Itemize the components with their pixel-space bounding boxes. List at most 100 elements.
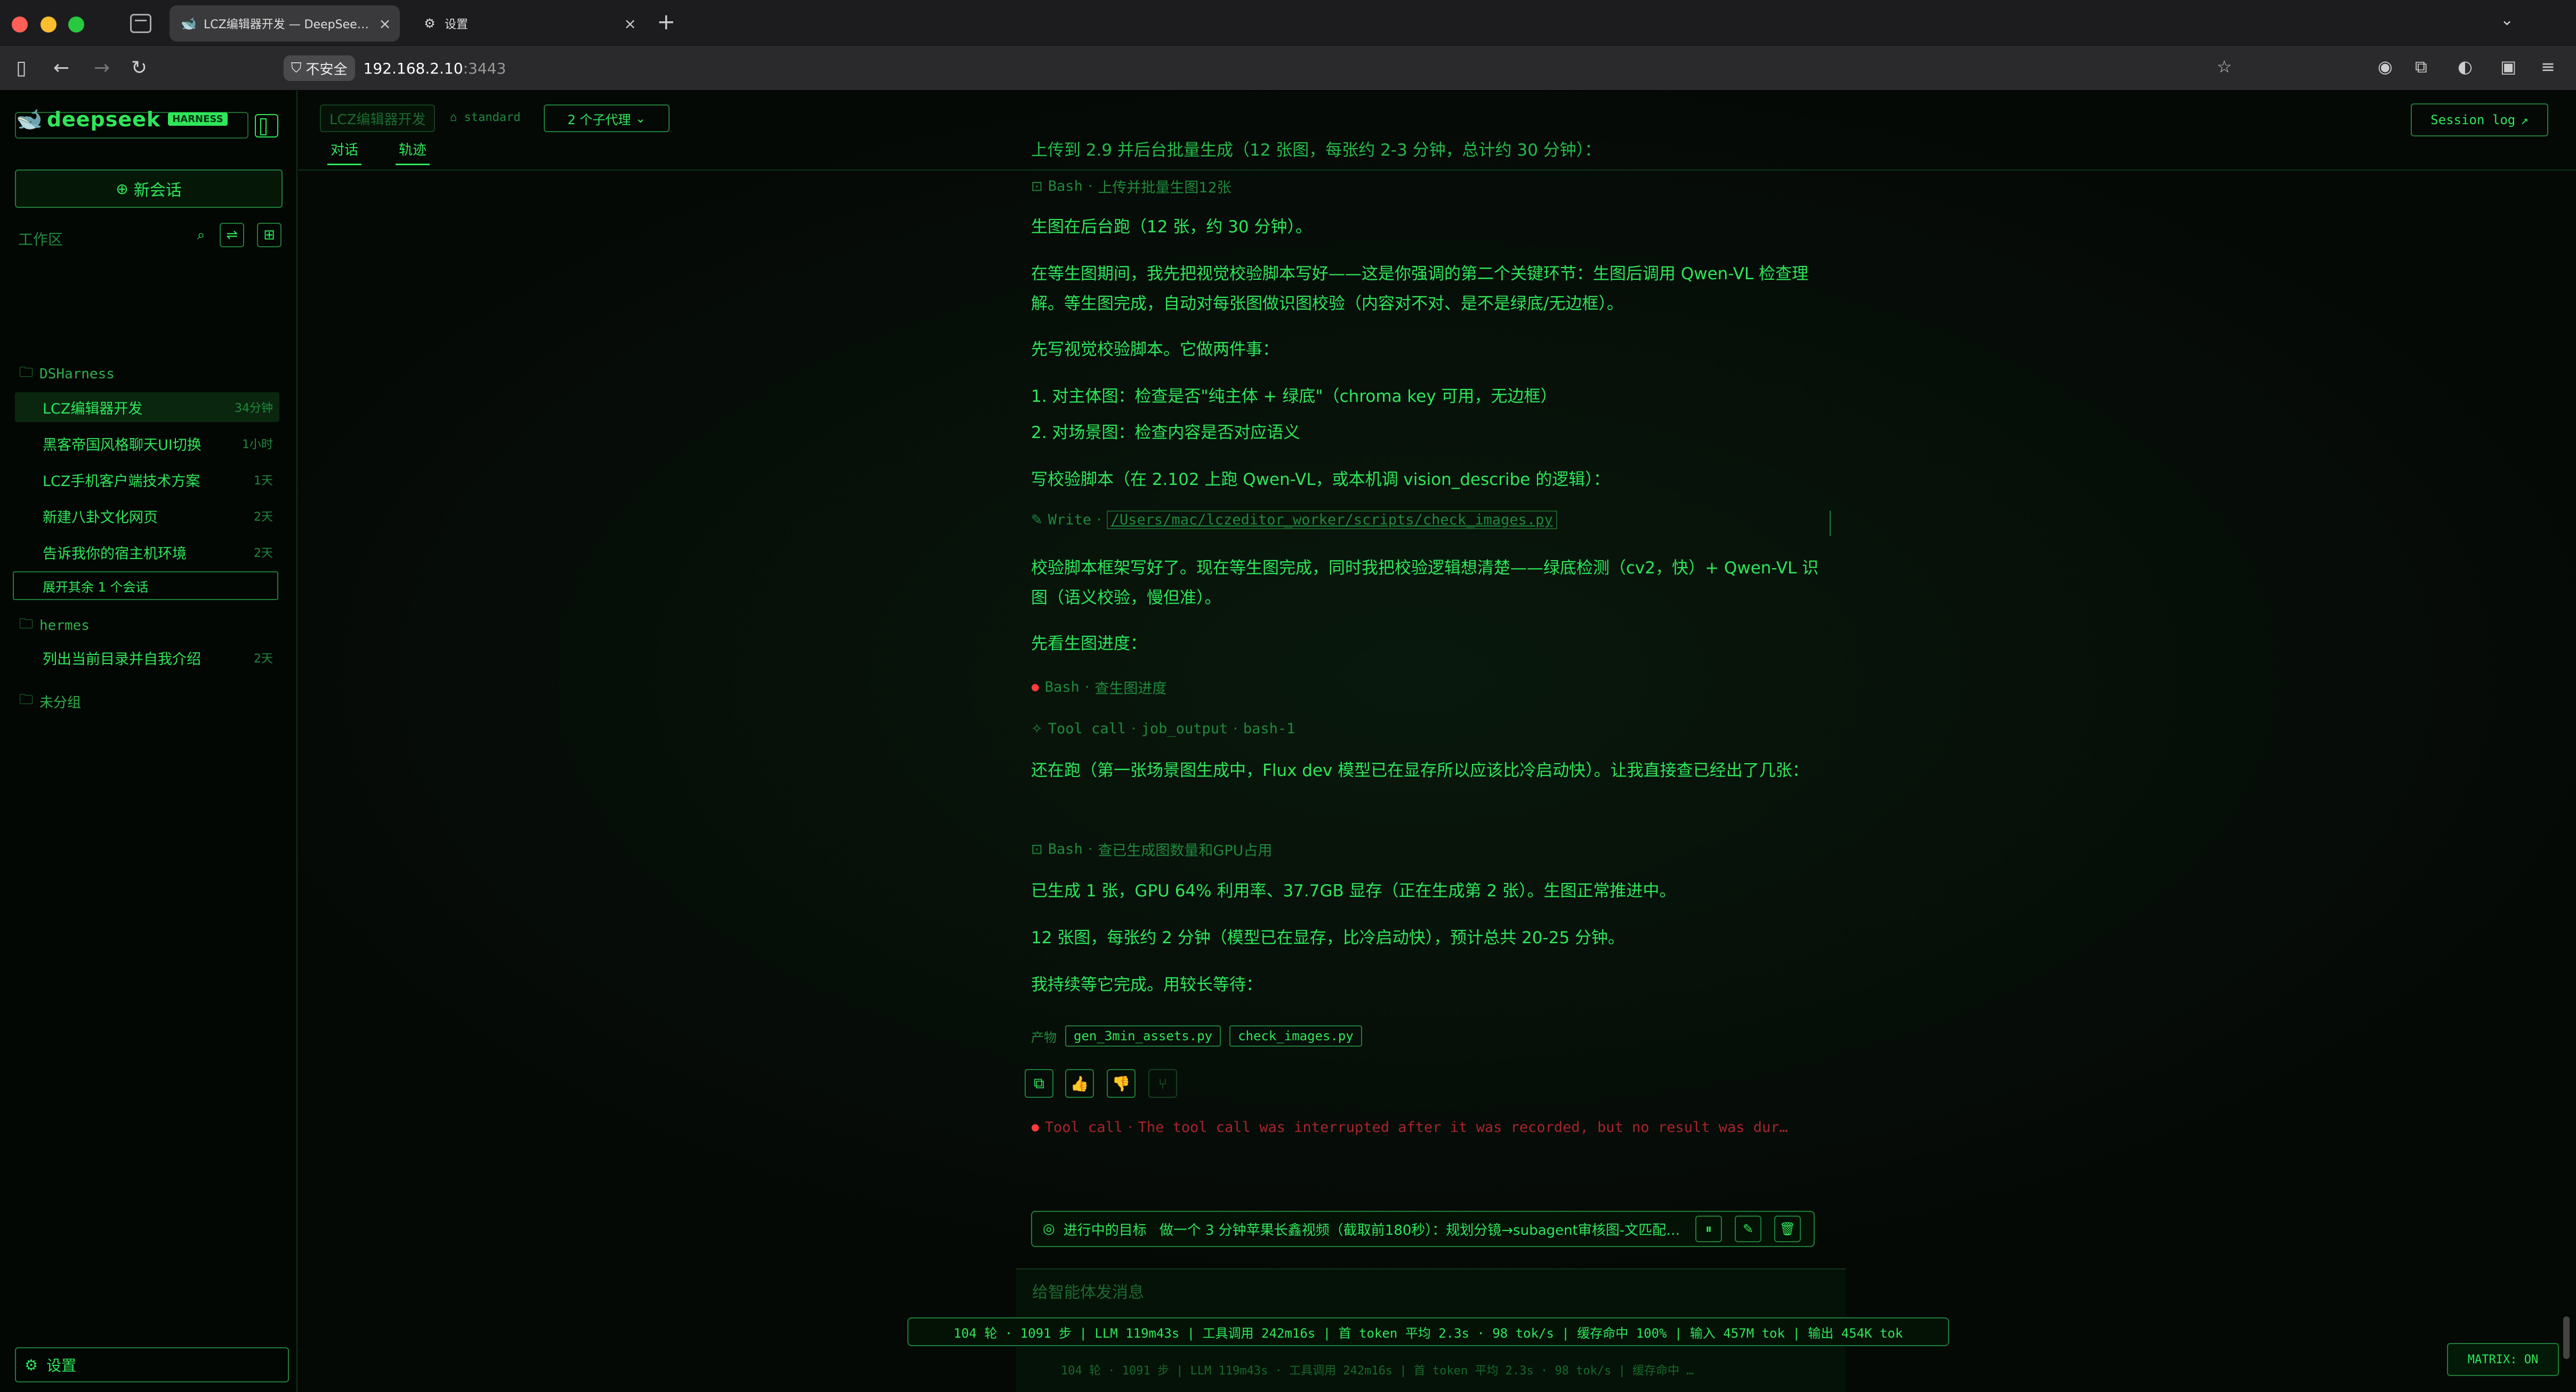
subagent-select[interactable]: 2 个子代理 ⌄ [544, 104, 670, 132]
trash-icon[interactable]: 🗑 [1774, 1216, 1801, 1242]
bookmark-star-icon[interactable]: ☆ [2217, 56, 2232, 77]
artifacts-row: 产物 gen_3min_assets.py check_images.py [1031, 1025, 1362, 1047]
sidebar-toggle-icon[interactable]: ▯ [16, 56, 27, 80]
forward-icon[interactable]: → [94, 56, 110, 80]
status-dot-icon: ● [1031, 1122, 1040, 1133]
new-chat-button[interactable]: ⊕ 新会话 [15, 169, 283, 208]
tool-call-row[interactable]: ● Tool call · The tool call was interrup… [1031, 1119, 1788, 1136]
tab-trace[interactable]: 轨迹 [396, 140, 430, 165]
close-tab-icon[interactable]: × [374, 15, 396, 33]
tool-call-row[interactable]: ⊡ Bash · 上传并批量生图12张 [1031, 176, 1231, 197]
tab-title: 设置 [445, 18, 469, 31]
extensions-icon[interactable]: ⧉ [2415, 56, 2427, 77]
harness-badge: HARNESS [168, 112, 228, 126]
group-hermes[interactable]: 🗀 hermes [19, 614, 90, 637]
expand-more-button[interactable]: 展开其余 1 个会话 [13, 571, 278, 600]
gear-icon: ⚙ [424, 16, 436, 31]
plus-circle-icon: ⊕ [116, 180, 128, 198]
profile-icon[interactable]: ◉ [2378, 56, 2393, 77]
gauge-icon: ⌂ [450, 111, 464, 124]
goal-text: 做一个 3 分钟苹果长鑫视频（截取前180秒）：规划分镜→subagent审核图… [1159, 1222, 1680, 1239]
close-window-button[interactable] [12, 17, 28, 33]
artifact-chip[interactable]: check_images.py [1229, 1025, 1362, 1047]
folder-icon: 🗀 [19, 365, 34, 381]
artifact-chip[interactable]: gen_3min_assets.py [1065, 1025, 1221, 1047]
group-dsharness[interactable]: 🗀 DSHarness [19, 362, 115, 386]
tool-call-row[interactable]: ⊡ Bash · 查已生成图数量和GPU占用 [1031, 839, 1272, 860]
tab-overview-icon[interactable] [130, 14, 151, 33]
tool-call-row[interactable]: ✎ Write · /Users/mac/lczeditor_worker/sc… [1031, 511, 1831, 536]
tab-title: LCZ编辑器开发 — DeepSeek Har [204, 18, 374, 31]
back-icon[interactable]: ← [53, 56, 69, 80]
new-folder-icon[interactable]: ⊞ [257, 223, 281, 247]
stats-ghost: 104 轮 · 1091 步 | LLM 119m43s · 工具调用 242m… [1061, 1364, 1694, 1378]
goal-label: 进行中的目标 [1063, 1222, 1147, 1239]
group-ungrouped[interactable]: 🗀 未分组 [19, 690, 81, 713]
session-item[interactable]: 告诉我你的宿主机环境 2天 [15, 537, 279, 567]
browser-nav-bar: ▯ ← → ↻ ⛉ 不安全 192.168.2.10 :3443 ☆ ◉ ⧉ ◐… [0, 46, 2576, 91]
search-icon[interactable]: ⌕ [189, 223, 213, 247]
composer-placeholder: 给智能体发消息 [1032, 1283, 1144, 1302]
url-host: 192.168.2.10 [363, 59, 463, 77]
zoom-window-button[interactable] [68, 17, 84, 33]
session-item[interactable]: 新建八卦文化网页 2天 [15, 501, 279, 531]
stats-bar: 104 轮 · 1091 步 | LLM 119m43s | 工具调用 242m… [907, 1317, 1949, 1346]
tool-call-row[interactable]: ● Bash · 查生图进度 [1031, 677, 1166, 698]
external-link-icon: ↗ [2521, 112, 2529, 127]
new-tab-icon[interactable]: + [657, 9, 675, 35]
pause-icon[interactable]: ⏸ [1695, 1216, 1722, 1242]
browser-tab-settings[interactable]: ⚙ 设置 × [410, 5, 645, 42]
assistant-message: 校验脚本框架写好了。现在等生图完成，同时我把校验逻辑想清楚——绿底检测（cv2，… [1031, 559, 1819, 608]
address-bar[interactable]: ⛉ 不安全 192.168.2.10 :3443 [284, 53, 2240, 83]
thumbs-down-icon[interactable]: 👎 [1107, 1069, 1136, 1098]
assistant-message: 12 张图，每张约 2 分钟（模型已在显存，比冷启动快），预计总共 20-25 … [1031, 928, 1625, 948]
collapse-sidebar-button[interactable] [255, 114, 278, 137]
assistant-message: 上传到 2.9 并后台批量生成（12 张图，每张约 2-3 分钟，总计约 30 … [1031, 141, 1601, 160]
menu-icon[interactable]: ≡ [2541, 56, 2555, 77]
terminal-icon: ⊡ [1031, 841, 1043, 857]
list-item: 2. 对场景图：检查内容是否对应语义 [1031, 423, 1300, 442]
copy-icon[interactable]: ⧉ [1025, 1069, 1053, 1098]
minimize-window-button[interactable] [41, 17, 57, 33]
reload-icon[interactable]: ↻ [131, 56, 147, 80]
target-icon: ◎ [1043, 1221, 1055, 1237]
close-tab-icon[interactable]: × [619, 15, 641, 33]
project-name[interactable]: LCZ编辑器开发 [320, 104, 436, 132]
scrollbar[interactable] [2563, 1316, 2570, 1359]
whale-icon: 🐋 [181, 16, 197, 31]
session-item[interactable]: LCZ手机客户端技术方案 1天 [15, 465, 279, 495]
chevron-down-icon: ⌄ [635, 111, 646, 126]
matrix-toggle[interactable]: MATRIX: ON [2447, 1343, 2559, 1376]
filter-icon[interactable]: ⇌ [220, 223, 244, 247]
session-item[interactable]: 黑客帝国风格聊天UI切换 1小时 [15, 428, 279, 458]
mode-indicator: ⌂ standard [450, 111, 521, 124]
session-item[interactable]: 列出当前目录并自我介绍 2天 [15, 643, 279, 673]
session-log-button[interactable]: Session log ↗ [2411, 103, 2548, 136]
gear-icon: ⚙ [25, 1356, 38, 1374]
branch-icon[interactable]: ⑂ [1148, 1069, 1177, 1098]
workspace-label: 工作区 [18, 231, 63, 248]
sidebar: 🐋 deepseek HARNESS ⊕ 新会话 工作区 ⌕ ⇌ ⊞ 🗀 DSH… [0, 91, 297, 1392]
chevron-down-icon[interactable]: ⌄ [2500, 11, 2514, 29]
app-root: 🐋 deepseek HARNESS ⊕ 新会话 工作区 ⌕ ⇌ ⊞ 🗀 DSH… [0, 91, 2576, 1392]
wallet-icon[interactable]: ▣ [2500, 56, 2516, 77]
insecure-badge[interactable]: ⛉ 不安全 [284, 55, 355, 81]
browser-tab-bar: 🐋 LCZ编辑器开发 — DeepSeek Har × ⚙ 设置 × + ⌄ [0, 0, 2576, 46]
extension-icon[interactable]: ◐ [2458, 56, 2473, 77]
assistant-message: 还在跑（第一张场景图生成中，Flux dev 模型已在显存所以应该比冷启动快）。… [1031, 761, 1809, 780]
browser-tab-active[interactable]: 🐋 LCZ编辑器开发 — DeepSeek Har × [170, 5, 400, 42]
assistant-message: 我持续等它完成。用较长等待： [1031, 975, 1262, 994]
logo: 🐋 deepseek HARNESS [16, 107, 228, 132]
tool-call-row[interactable]: ✧ Tool call · job_output · bash-1 [1031, 721, 1295, 737]
assistant-message: 已生成 1 张，GPU 64% 利用率、37.7GB 显存（正在生成第 2 张）… [1031, 881, 1676, 901]
status-dot-icon: ● [1031, 682, 1040, 693]
tab-chat[interactable]: 对话 [327, 140, 362, 165]
terminal-icon: ⊡ [1031, 178, 1043, 195]
assistant-message: 写校验脚本（在 2.102 上跑 Qwen-VL，或本机调 vision_des… [1031, 470, 1610, 489]
edit-icon[interactable]: ✎ [1735, 1216, 1761, 1242]
session-item[interactable]: LCZ编辑器开发 34分钟 [15, 392, 279, 422]
settings-button[interactable]: ⚙ 设置 [15, 1347, 289, 1382]
assistant-message: 先看生图进度： [1031, 634, 1147, 653]
thumbs-up-icon[interactable]: 👍 [1065, 1069, 1094, 1098]
folder-icon: 🗀 [19, 692, 34, 708]
